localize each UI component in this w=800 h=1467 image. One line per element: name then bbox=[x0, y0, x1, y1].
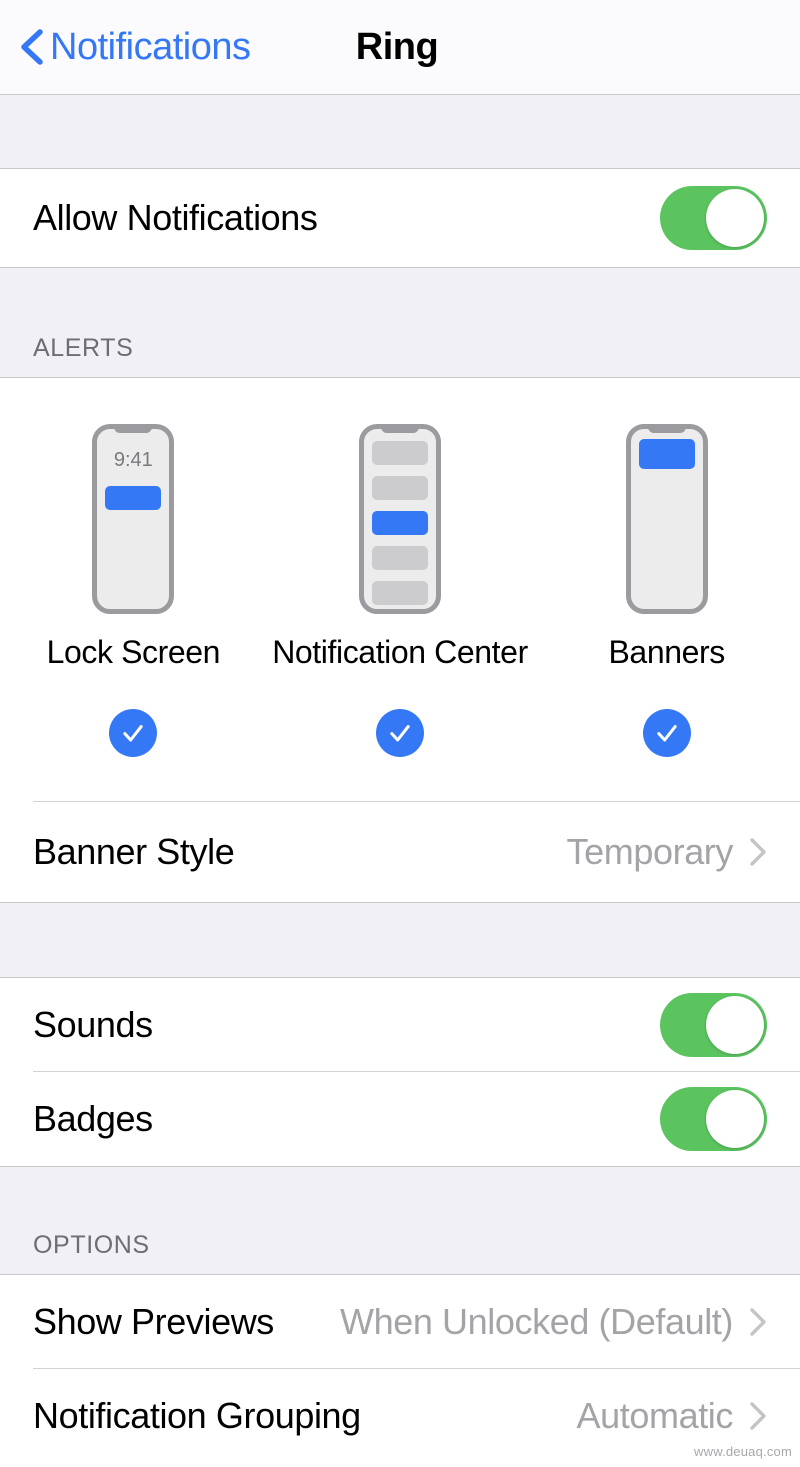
alerts-section-title: ALERTS bbox=[33, 334, 134, 362]
back-button-label: Notifications bbox=[50, 25, 251, 68]
phone-notch bbox=[381, 429, 419, 433]
toggle-knob bbox=[706, 189, 764, 247]
row-show-previews[interactable]: Show Previews When Unlocked (Default) bbox=[0, 1275, 800, 1369]
phone-notch bbox=[114, 429, 153, 433]
options-section-title: OPTIONS bbox=[33, 1231, 150, 1259]
alert-option-notification-center[interactable]: Notification Center bbox=[267, 424, 534, 671]
notification-row bbox=[372, 441, 428, 465]
checkbox-lock-screen[interactable] bbox=[109, 709, 158, 757]
mid-spacer bbox=[0, 902, 800, 978]
phone-notch bbox=[647, 429, 686, 433]
row-sounds[interactable]: Sounds bbox=[0, 978, 800, 1072]
show-previews-label: Show Previews bbox=[33, 1301, 274, 1342]
show-previews-value: When Unlocked (Default) bbox=[340, 1301, 733, 1342]
phone-preview-notification-center bbox=[359, 424, 441, 614]
sounds-badges-group: Sounds Badges bbox=[0, 978, 800, 1167]
row-notification-grouping[interactable]: Notification Grouping Automatic bbox=[0, 1369, 800, 1463]
lock-screen-time: 9:41 bbox=[113, 449, 153, 471]
alerts-picker: 9:41 Lock Screen Notification Center Ban… bbox=[0, 378, 800, 902]
checkmark-icon bbox=[123, 725, 144, 742]
chevron-right-icon bbox=[750, 1308, 766, 1336]
back-button[interactable]: Notifications bbox=[18, 25, 251, 69]
alert-previews: 9:41 Lock Screen Notification Center Ban… bbox=[0, 378, 800, 671]
checkbox-cell bbox=[0, 709, 267, 757]
phone-preview-banners bbox=[625, 424, 708, 614]
phone-preview-lock-screen: 9:41 bbox=[92, 424, 175, 614]
alert-option-banners[interactable]: Banners bbox=[533, 424, 800, 671]
checkmark-icon bbox=[656, 725, 677, 742]
options-section-header: OPTIONS bbox=[0, 1167, 800, 1275]
checkbox-cell bbox=[533, 709, 800, 757]
sounds-label: Sounds bbox=[33, 1004, 153, 1045]
options-group: Show Previews When Unlocked (Default) No… bbox=[0, 1275, 800, 1467]
toggle-knob bbox=[706, 1090, 764, 1148]
alert-option-lock-screen[interactable]: 9:41 Lock Screen bbox=[0, 424, 267, 671]
alert-option-label: Banners bbox=[608, 634, 725, 670]
navigation-bar: Notifications Ring bbox=[0, 0, 800, 95]
banner-style-value: Temporary bbox=[566, 831, 734, 872]
notification-row bbox=[372, 581, 428, 605]
alert-option-label: Lock Screen bbox=[46, 634, 221, 670]
notification-row bbox=[372, 476, 428, 500]
chevron-left-icon bbox=[21, 29, 43, 65]
watermark: www.deuaq.com bbox=[694, 1444, 792, 1459]
allow-notifications-toggle[interactable] bbox=[660, 186, 767, 250]
badges-label: Badges bbox=[33, 1098, 153, 1139]
alert-checkboxes bbox=[0, 671, 800, 801]
notification-bar bbox=[638, 439, 695, 469]
row-banner-style[interactable]: Banner Style Temporary bbox=[0, 802, 800, 902]
checkbox-banners[interactable] bbox=[642, 709, 691, 757]
toggle-knob bbox=[706, 996, 764, 1054]
row-badges[interactable]: Badges bbox=[0, 1072, 800, 1166]
notification-row bbox=[372, 546, 428, 570]
checkmark-icon bbox=[390, 725, 410, 742]
alerts-section-header: ALERTS bbox=[0, 268, 800, 378]
top-spacer bbox=[0, 95, 800, 169]
sounds-toggle[interactable] bbox=[660, 993, 767, 1057]
chevron-right-icon bbox=[750, 1402, 766, 1430]
settings-screen: Notifications Ring Allow Notifications A… bbox=[0, 0, 800, 1467]
notification-bar bbox=[105, 486, 162, 510]
badges-toggle[interactable] bbox=[660, 1087, 767, 1151]
chevron-right-icon bbox=[750, 838, 766, 866]
notification-grouping-label: Notification Grouping bbox=[33, 1395, 361, 1436]
banner-style-label: Banner Style bbox=[33, 831, 235, 872]
allow-notifications-label: Allow Notifications bbox=[33, 197, 318, 238]
row-allow-notifications[interactable]: Allow Notifications bbox=[0, 169, 800, 267]
page-title-text: Ring bbox=[355, 25, 439, 68]
checkbox-cell bbox=[267, 709, 534, 757]
alert-option-label: Notification Center bbox=[272, 634, 528, 670]
allow-notifications-group: Allow Notifications bbox=[0, 169, 800, 268]
bottom-fill bbox=[0, 1463, 800, 1467]
notification-grouping-value: Automatic bbox=[576, 1395, 734, 1436]
notification-bar bbox=[372, 511, 428, 535]
checkbox-notification-center[interactable] bbox=[376, 709, 424, 757]
